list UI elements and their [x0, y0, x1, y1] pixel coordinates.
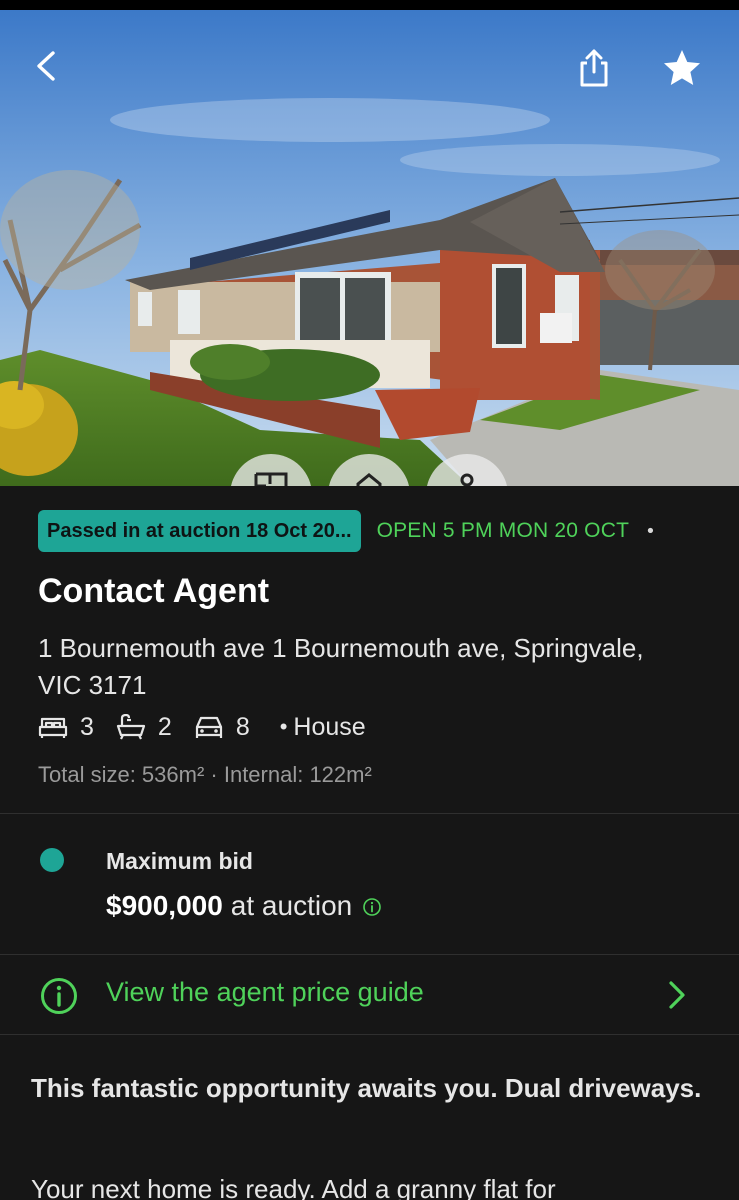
bath-icon [116, 714, 146, 740]
maximum-bid-value: $900,000 at auction [106, 890, 382, 924]
features-separator: • [279, 714, 288, 739]
price-guide-label: View the agent price guide [106, 977, 424, 1007]
bedrooms-count: 3 [80, 712, 94, 741]
share-button[interactable] [572, 44, 616, 92]
bid-suffix: at auction [230, 890, 353, 921]
description-body: Your next home is ready. Add a granny fl… [31, 1174, 556, 1200]
open-inspection-time[interactable]: OPEN 5 PM MON 20 OCT [377, 519, 630, 543]
hero-photo[interactable] [0, 10, 739, 486]
bedrooms-feature: 3 [38, 713, 94, 742]
person-view-button[interactable] [426, 454, 508, 486]
info-icon [41, 978, 77, 1014]
chevron-left-icon [37, 51, 55, 81]
car-icon [195, 716, 222, 738]
divider [0, 1034, 739, 1035]
bed-icon [38, 717, 68, 738]
status-bar [0, 0, 739, 10]
bathrooms-feature: 2 [116, 713, 172, 742]
agent-price-guide-link[interactable]: View the agent price guide [0, 955, 739, 1034]
property-size: Total size: 536m² · Internal: 122m² [38, 762, 372, 787]
bathrooms-count: 2 [157, 712, 172, 741]
home-view-button[interactable] [328, 454, 410, 486]
description-title: This fantastic opportunity awaits you. D… [31, 1073, 702, 1103]
status-row: Passed in at auction 18 Oct 20... OPEN 5… [38, 510, 656, 552]
auction-status-badge: Passed in at auction 18 Oct 20... [38, 510, 361, 552]
bid-info-button[interactable] [362, 892, 382, 924]
listing-details: Passed in at auction 18 Oct 20... OPEN 5… [0, 486, 739, 1200]
divider [0, 813, 739, 814]
house-photo [0, 10, 739, 486]
favourite-button[interactable] [658, 44, 706, 92]
floorplan-icon [254, 472, 288, 486]
maximum-bid-label: Maximum bid [106, 848, 253, 874]
chevron-right-icon [669, 981, 685, 1009]
floorplan-button[interactable] [230, 454, 312, 486]
status-separator: • [645, 520, 656, 542]
media-options [230, 454, 520, 486]
property-type: House [293, 712, 366, 741]
bid-amount: $900,000 [106, 890, 223, 921]
person-icon [460, 473, 474, 486]
share-icon [580, 49, 608, 87]
star-icon [664, 50, 700, 85]
price-heading: Contact Agent [38, 572, 270, 610]
home-icon [356, 473, 382, 486]
bid-status-dot [40, 848, 64, 872]
parking-count: 8 [235, 712, 250, 741]
property-address: 1 Bournemouth ave 1 Bournemouth ave, Spr… [38, 633, 644, 700]
info-icon [363, 898, 382, 916]
parking-feature: 8 [194, 713, 250, 742]
property-features: 3 2 8 • House [38, 710, 366, 744]
back-button[interactable] [24, 44, 68, 88]
